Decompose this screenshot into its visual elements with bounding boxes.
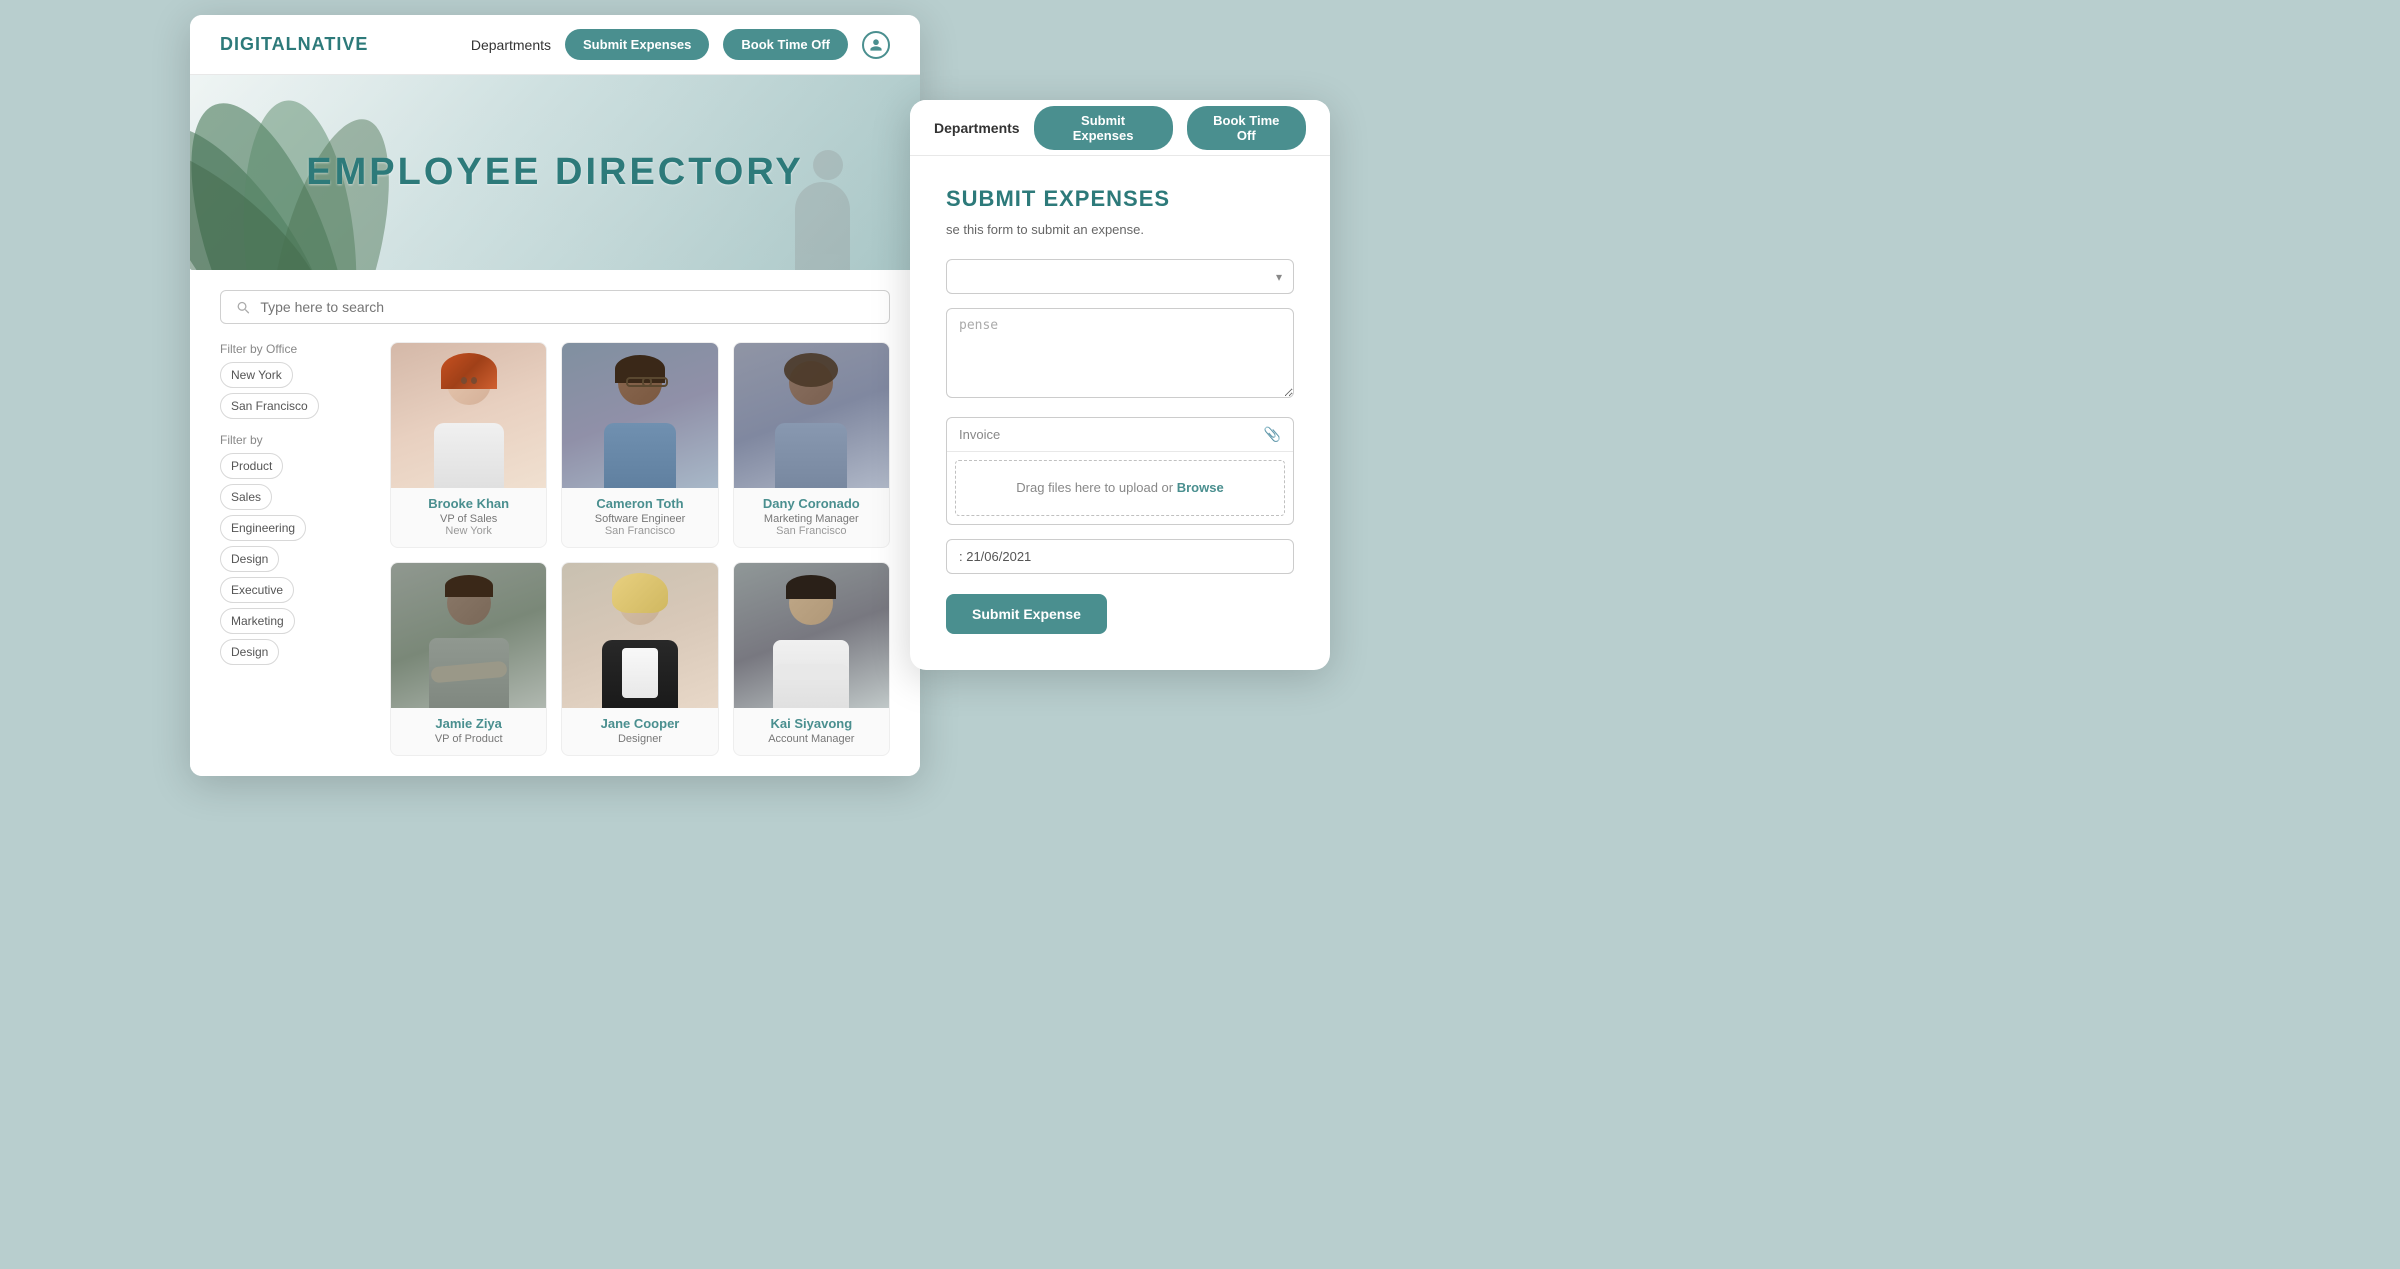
employee-photo-kai [734, 563, 889, 708]
filter-chip-executive[interactable]: Executive [220, 577, 294, 603]
exp-nav-departments[interactable]: Departments [934, 120, 1020, 136]
content-area: Filter by Office New York San Francisco … [190, 270, 920, 776]
employee-location-cameron: San Francisco [568, 525, 711, 537]
nav-right: Departments Submit Expenses Book Time Of… [471, 29, 890, 60]
filter-chip-newyork[interactable]: New York [220, 362, 293, 388]
filter-chip-design[interactable]: Design [220, 546, 279, 572]
paperclip-icon: 📎 [1264, 426, 1281, 443]
employee-name-dany: Dany Coronado [740, 496, 883, 511]
employee-grid: Brooke Khan VP of Sales New York [390, 342, 890, 756]
submit-expenses-button[interactable]: Submit Expenses [565, 29, 709, 60]
employee-name-jane: Jane Cooper [568, 716, 711, 731]
date-group [946, 539, 1294, 574]
upload-label-row: Invoice 📎 [947, 418, 1293, 452]
filter-chip-sales[interactable]: Sales [220, 484, 272, 510]
expenses-navbar: Departments Submit Expenses Book Time Of… [910, 100, 1330, 156]
employee-card-jamie[interactable]: Jamie Ziya VP of Product [390, 562, 547, 756]
employee-card-info-cameron: Cameron Toth Software Engineer San Franc… [562, 488, 717, 547]
employee-photo-jane [562, 563, 717, 708]
nav-departments[interactable]: Departments [471, 37, 551, 53]
main-navbar: DIGITALNATIVE Departments Submit Expense… [190, 15, 920, 75]
upload-section: Invoice 📎 Drag files here to upload or B… [946, 417, 1294, 525]
office-filter-label: Filter by Office [220, 342, 370, 356]
search-icon [235, 299, 250, 315]
upload-label-text: Invoice [959, 427, 1000, 442]
filter-chip-product[interactable]: Product [220, 453, 283, 479]
employee-name-jamie: Jamie Ziya [397, 716, 540, 731]
employee-title-brooke: VP of Sales [397, 513, 540, 525]
employee-name-brooke: Brooke Khan [397, 496, 540, 511]
employee-card-info-jamie: Jamie Ziya VP of Product [391, 708, 546, 755]
employee-card-jane[interactable]: Jane Cooper Designer [561, 562, 718, 756]
upload-drop-text: Drag files here to upload or Browse [1016, 480, 1223, 495]
employee-title-jamie: VP of Product [397, 733, 540, 745]
employee-card-dany[interactable]: Dany Coronado Marketing Manager San Fran… [733, 342, 890, 548]
employee-location-brooke: New York [397, 525, 540, 537]
office-filter-group: Filter by Office New York San Francisco [220, 342, 370, 419]
employee-title-dany: Marketing Manager [740, 513, 883, 525]
category-select[interactable]: Travel Meals Equipment Other [946, 259, 1294, 294]
employee-location-dany: San Francisco [740, 525, 883, 537]
upload-drop-area[interactable]: Drag files here to upload or Browse [955, 460, 1285, 516]
employee-title-kai: Account Manager [740, 733, 883, 745]
dept-filter-label: Filter by [220, 433, 370, 447]
employee-photo-dany [734, 343, 889, 488]
filters-grid-row: Filter by Office New York San Francisco … [220, 342, 890, 756]
employee-card-kai[interactable]: Kai Siyavong Account Manager [733, 562, 890, 756]
category-select-wrapper: Travel Meals Equipment Other ▾ [946, 259, 1294, 294]
brand-logo: DIGITALNATIVE [220, 34, 368, 55]
employee-name-kai: Kai Siyavong [740, 716, 883, 731]
hero-title: EMPLOYEE DIRECTORY [306, 151, 803, 194]
submit-expense-button[interactable]: Submit Expense [946, 594, 1107, 634]
employee-name-cameron: Cameron Toth [568, 496, 711, 511]
filter-chip-design2[interactable]: Design [220, 639, 279, 665]
book-time-off-button[interactable]: Book Time Off [723, 29, 848, 60]
filters-sidebar: Filter by Office New York San Francisco … [220, 342, 370, 756]
employee-card-info-dany: Dany Coronado Marketing Manager San Fran… [734, 488, 889, 547]
main-window: DIGITALNATIVE Departments Submit Expense… [190, 15, 920, 776]
expense-description-input[interactable] [946, 308, 1294, 398]
expenses-form-body: SUBMIT EXPENSES se this form to submit a… [910, 156, 1330, 670]
employee-photo-cameron [562, 343, 717, 488]
hero-banner: EMPLOYEE DIRECTORY [190, 75, 920, 270]
employee-card-info-kai: Kai Siyavong Account Manager [734, 708, 889, 755]
description-group [946, 308, 1294, 403]
date-input[interactable] [946, 539, 1294, 574]
filter-chip-sanfrancisco[interactable]: San Francisco [220, 393, 319, 419]
employee-title-jane: Designer [568, 733, 711, 745]
category-group: Travel Meals Equipment Other ▾ [946, 259, 1294, 294]
expenses-panel: Departments Submit Expenses Book Time Of… [910, 100, 1330, 670]
employee-card-brooke[interactable]: Brooke Khan VP of Sales New York [390, 342, 547, 548]
employee-card-info-brooke: Brooke Khan VP of Sales New York [391, 488, 546, 547]
dept-filter-group: Filter by Product Sales Engineering Desi… [220, 433, 370, 665]
filter-chip-marketing[interactable]: Marketing [220, 608, 295, 634]
browse-link[interactable]: Browse [1177, 480, 1224, 495]
search-input[interactable] [260, 299, 875, 315]
exp-book-time-off-button[interactable]: Book Time Off [1187, 106, 1306, 150]
expenses-description: se this form to submit an expense. [946, 222, 1294, 237]
employee-photo-jamie [391, 563, 546, 708]
employee-card-info-jane: Jane Cooper Designer [562, 708, 717, 755]
user-profile-icon[interactable] [862, 31, 890, 59]
employee-title-cameron: Software Engineer [568, 513, 711, 525]
search-bar [220, 290, 890, 324]
filter-chip-engineering[interactable]: Engineering [220, 515, 306, 541]
expenses-title: SUBMIT EXPENSES [946, 186, 1294, 212]
employee-photo-brooke [391, 343, 546, 488]
employee-card-cameron[interactable]: Cameron Toth Software Engineer San Franc… [561, 342, 718, 548]
exp-submit-expenses-button[interactable]: Submit Expenses [1034, 106, 1173, 150]
